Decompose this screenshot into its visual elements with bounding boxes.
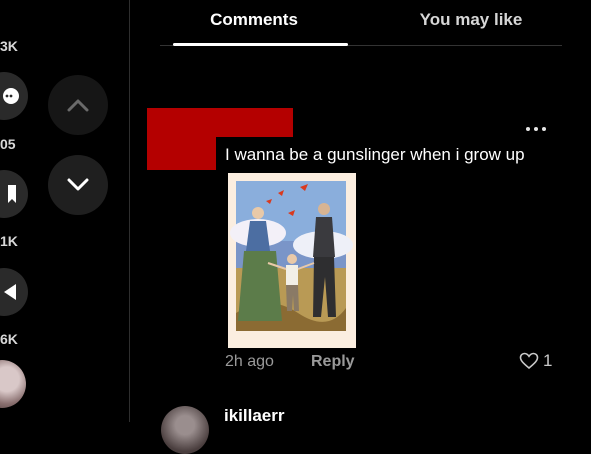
share-icon <box>4 284 16 300</box>
reply-button[interactable]: Reply <box>311 353 355 371</box>
active-tab-indicator <box>173 43 348 46</box>
bookmark-action-button[interactable] <box>0 170 28 218</box>
next-comment-username[interactable]: ikillaerr <box>224 406 285 426</box>
comment-timestamp: 2h ago <box>225 353 274 370</box>
share-action-button[interactable] <box>0 268 28 316</box>
bookmark-count-label: 1K <box>0 233 18 249</box>
family-illustration <box>228 173 356 348</box>
comment-image[interactable] <box>228 173 356 348</box>
comment-like-count: 1 <box>543 351 553 370</box>
redacted-avatar <box>147 130 216 170</box>
comment-icon <box>3 88 19 104</box>
more-options-button[interactable] <box>522 122 550 136</box>
previous-video-button[interactable] <box>48 75 108 135</box>
more-options-icon <box>526 127 530 131</box>
next-video-button[interactable] <box>48 155 108 215</box>
bookmark-icon <box>8 185 16 203</box>
comment-text: I wanna be a gunslinger when i grow up <box>225 145 525 164</box>
tab-you-may-like[interactable]: You may like <box>380 10 562 30</box>
tab-comments[interactable]: Comments <box>160 10 348 30</box>
panel-divider <box>129 0 130 422</box>
next-comment-avatar[interactable] <box>161 406 209 454</box>
comment-like-button[interactable]: 1 <box>519 351 552 371</box>
creator-avatar[interactable] <box>0 360 26 408</box>
heart-icon <box>519 352 539 370</box>
comment-count-label: 05 <box>0 136 16 152</box>
more-options-dot <box>534 127 538 131</box>
share-count-label: 6K <box>0 331 18 347</box>
chevron-down-icon <box>67 178 89 191</box>
like-count-label: 3K <box>0 38 18 54</box>
comment-action-button[interactable] <box>0 72 28 120</box>
action-rail: 3K 05 1K 6K <box>0 0 129 422</box>
more-options-dot <box>542 127 546 131</box>
panel-tabs: Comments You may like <box>160 0 562 46</box>
chevron-up-icon <box>67 99 89 112</box>
